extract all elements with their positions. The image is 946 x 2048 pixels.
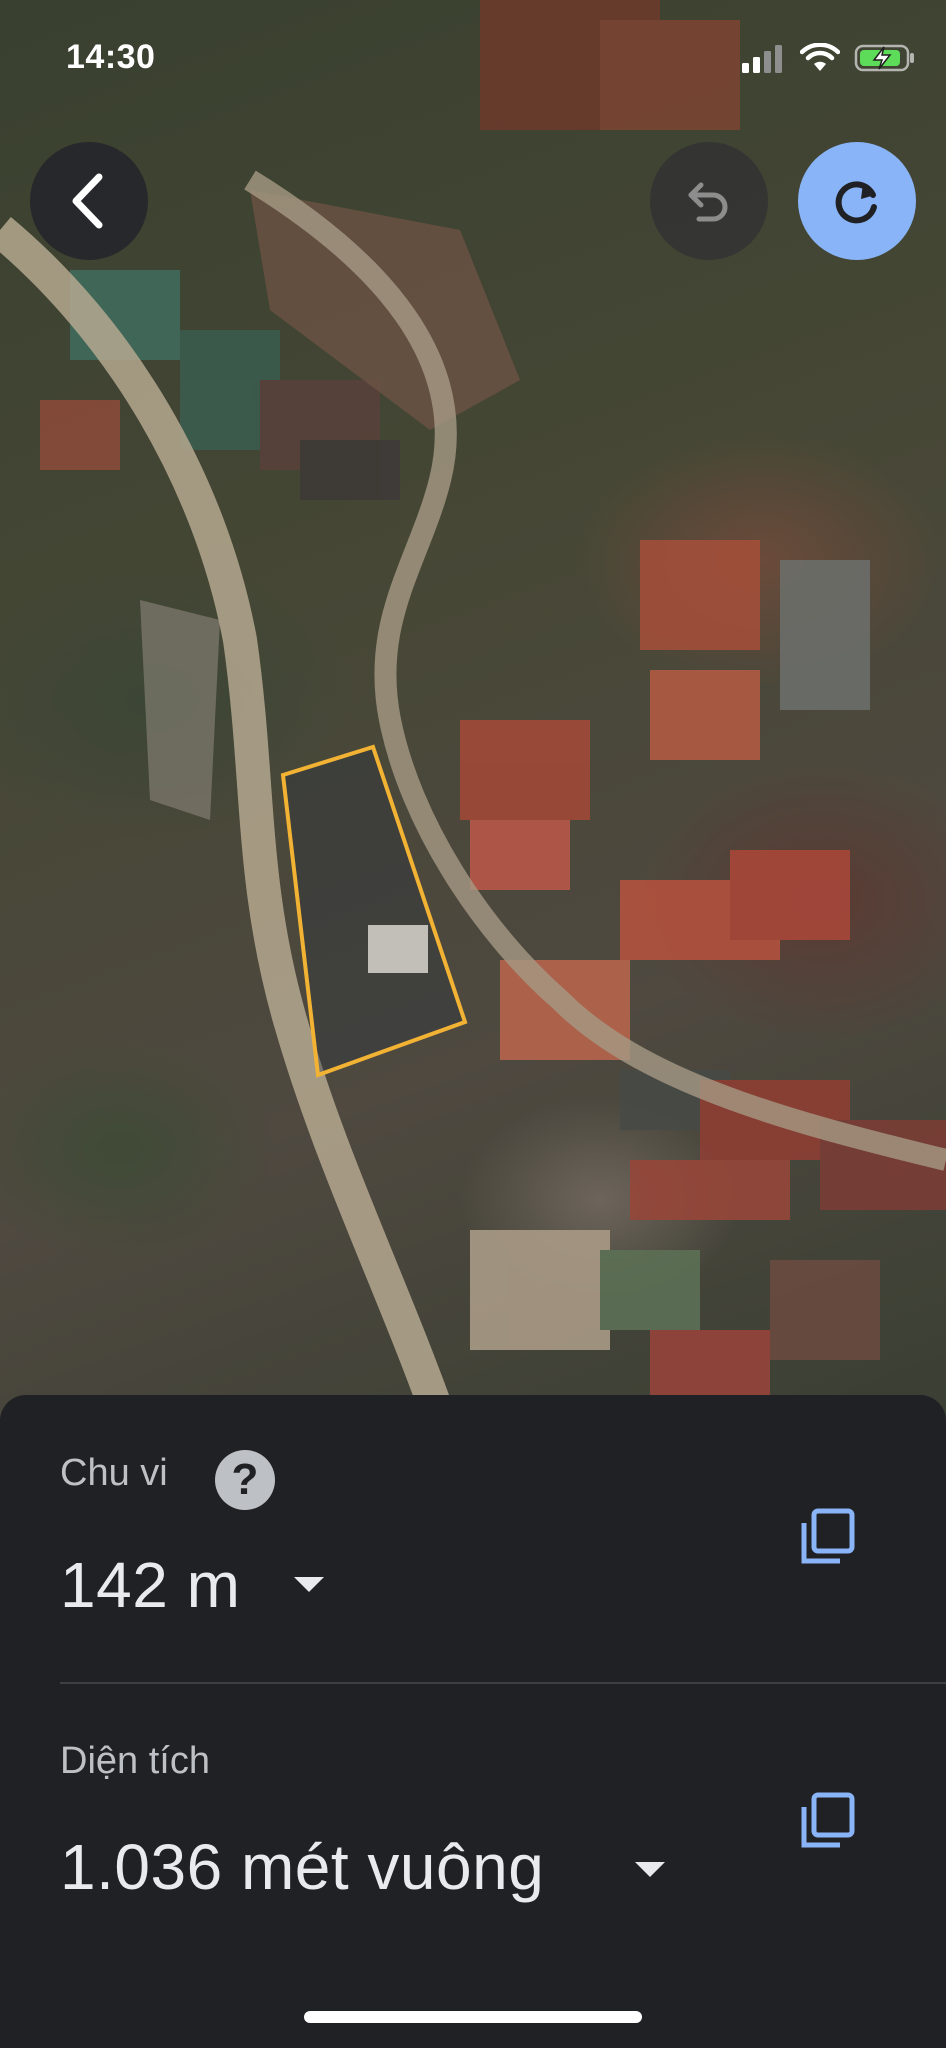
undo-icon (688, 182, 728, 222)
area-unit-dropdown[interactable] (635, 1862, 665, 1877)
area-value: 1.036 mét vuông (60, 1831, 545, 1903)
copy-icon[interactable] (798, 1791, 858, 1851)
status-icons (740, 40, 916, 76)
perimeter-value: 142 m (60, 1549, 241, 1621)
cellular-signal-icon (742, 45, 782, 73)
status-time: 14:30 (66, 38, 156, 76)
redo-icon (835, 181, 877, 224)
home-indicator[interactable] (304, 2011, 642, 2023)
area-label: Diện tích (60, 1740, 210, 1782)
battery-charging-icon (854, 44, 914, 72)
redo-button[interactable] (798, 142, 916, 260)
perimeter-label: Chu vi (60, 1452, 168, 1494)
undo-button[interactable] (650, 142, 768, 260)
perimeter-unit-dropdown[interactable] (294, 1577, 324, 1592)
wifi-icon (800, 43, 840, 71)
back-arrow-icon (72, 173, 103, 229)
back-button[interactable] (30, 142, 148, 260)
help-icon[interactable]: ? (215, 1450, 275, 1510)
copy-icon[interactable] (798, 1507, 858, 1567)
divider (60, 1682, 946, 1684)
